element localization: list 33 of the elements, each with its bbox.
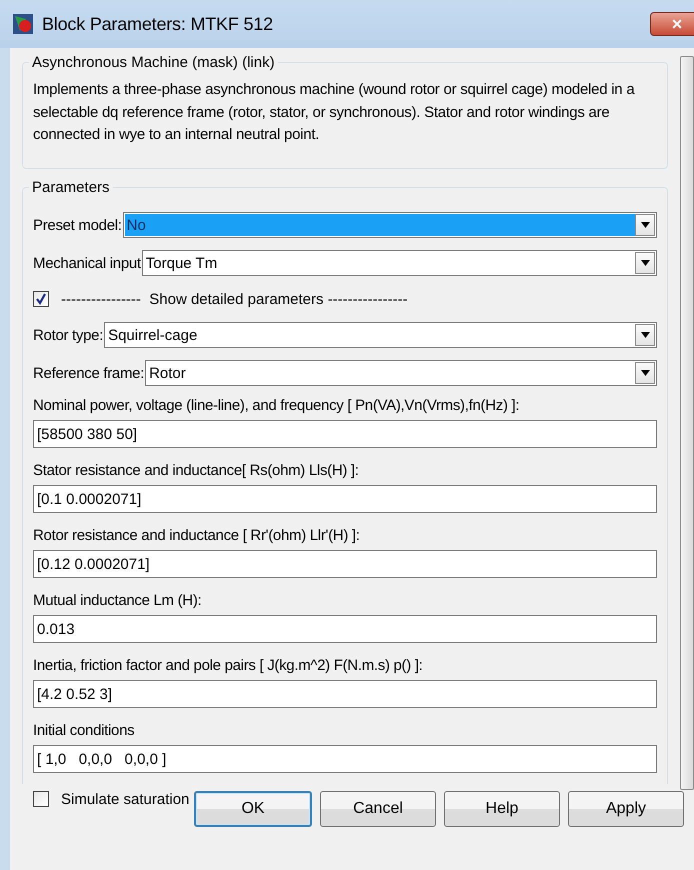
- dropdown[interactable]: Torque Tm: [142, 250, 657, 276]
- field-label: Inertia, friction factor and pole pairs [ J(kg.m^2) F(N.m.s) p() ]:: [33, 657, 424, 676]
- dropdown[interactable]: Squirrel-cage: [104, 322, 657, 348]
- dialog-button[interactable]: Apply: [568, 791, 684, 827]
- group-title: Parameters: [31, 179, 111, 196]
- field-label: Rotor resistance and inductance [ Rr'(ohm) Llr'(H) ]:: [33, 527, 361, 546]
- input-field[interactable]: [4.2 0.52 3]: [33, 680, 657, 708]
- field-label: Reference frame:: [33, 364, 144, 382]
- field-label: Stator resistance and inductance[ Rs(ohm) Lls(H) ]:: [33, 462, 360, 481]
- dialog-button[interactable]: Help: [444, 791, 560, 827]
- dropdown[interactable]: No: [122, 212, 657, 238]
- field-label: Mutual inductance Lm (H):: [33, 592, 202, 611]
- checkbox-label: ---------------- Show detailed parameters ----------------: [61, 290, 408, 308]
- input-field[interactable]: [0.12 0.0002071]: [33, 550, 657, 578]
- dropdown[interactable]: Rotor: [145, 360, 657, 386]
- dialog-button[interactable]: Cancel: [320, 791, 436, 827]
- field-label: Initial conditions: [33, 722, 136, 741]
- app-icon: [12, 13, 34, 35]
- window-title: Block Parameters: MTKF 512: [42, 14, 273, 34]
- field-label: Preset model:: [33, 216, 122, 234]
- checkbox-label: Simulate saturation: [61, 790, 190, 808]
- input-field[interactable]: 0.013: [33, 615, 657, 643]
- input-field[interactable]: [ 1,0 0,0,0 0,0,0 ]: [33, 745, 657, 773]
- input-field[interactable]: [0.1 0.0002071]: [33, 485, 657, 513]
- checkbox[interactable]: [33, 791, 49, 807]
- dialog-button[interactable]: OK: [194, 791, 312, 827]
- description-text: Implements a three-phase asynchronous machine (wound rotor or squirrel cage) modeled in a selectable dq reference frame (rotor, stator, or synchronous). Stator and rotor windings are connected in wye to an internal neutral point.: [33, 80, 636, 145]
- field-label: Nominal power, voltage (line-line), and frequency [ Pn(VA),Vn(Vrms),fn(Hz) ]:: [33, 397, 520, 416]
- field-label: Rotor type:: [33, 326, 104, 344]
- group-title: Asynchronous Machine (mask) (link): [31, 54, 276, 71]
- field-label: Mechanical input: [33, 254, 141, 272]
- checkbox[interactable]: [33, 291, 49, 307]
- input-field[interactable]: [58500 380 50]: [33, 420, 657, 448]
